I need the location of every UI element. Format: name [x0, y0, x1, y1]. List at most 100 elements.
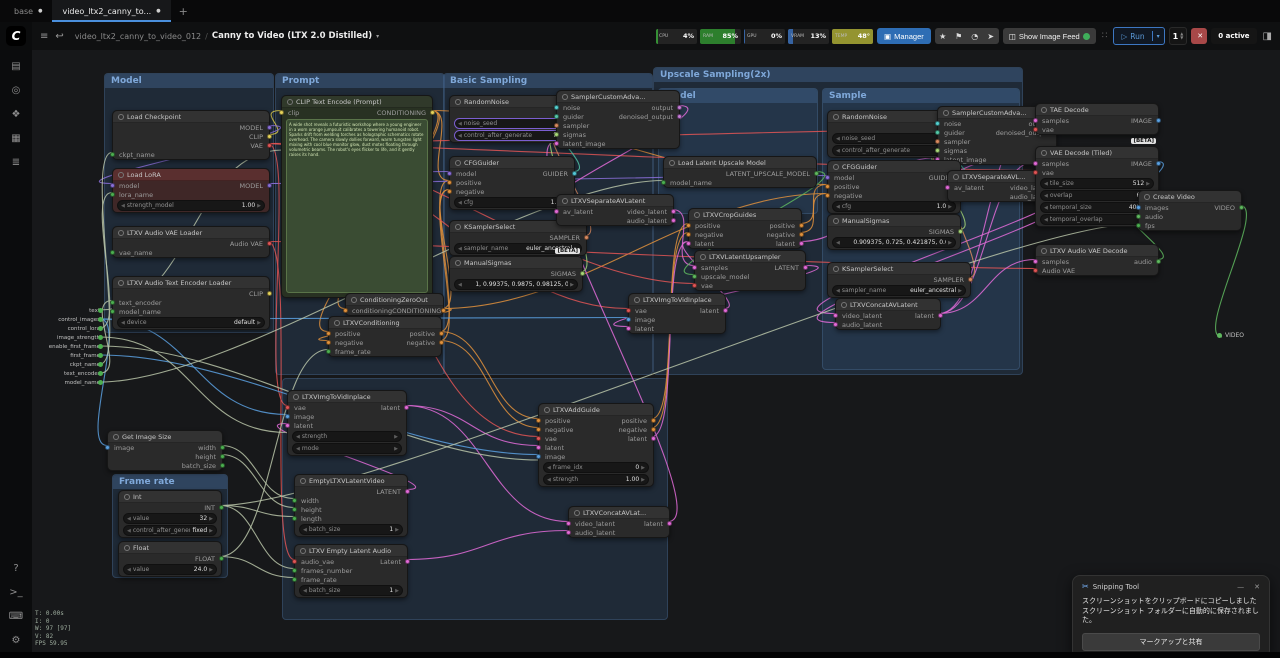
- tab-base[interactable]: base ●: [4, 0, 52, 22]
- input-port[interactable]: [279, 110, 284, 115]
- port[interactable]: [98, 362, 103, 367]
- collapse-dot-icon[interactable]: [124, 545, 130, 551]
- model-group-4[interactable]: Model: [658, 88, 818, 214]
- widget-value[interactable]: ◀0.909375, 0.725, 0.421875, 0.0▶: [832, 237, 956, 248]
- input-port[interactable]: [536, 454, 541, 459]
- input-port[interactable]: [554, 123, 559, 128]
- workflow-input-control-images[interactable]: control_images: [38, 315, 100, 324]
- input-port[interactable]: [626, 317, 631, 322]
- decrement-icon[interactable]: ◀: [547, 465, 551, 471]
- input-port[interactable]: [292, 498, 297, 503]
- decrement-icon[interactable]: ◀: [127, 567, 131, 573]
- collapse-dot-icon[interactable]: [953, 174, 959, 180]
- decrement-icon[interactable]: ◀: [296, 446, 300, 452]
- node-title[interactable]: Get Image Size: [108, 431, 222, 443]
- conditioning-zero-out-node[interactable]: ConditioningZeroOutconditioningCONDITION…: [345, 293, 444, 316]
- input-port[interactable]: [536, 418, 541, 423]
- input-port[interactable]: [285, 414, 290, 419]
- output-port[interactable]: [799, 223, 804, 228]
- input-port[interactable]: [536, 427, 541, 432]
- output-port[interactable]: [938, 313, 943, 318]
- increment-icon[interactable]: ▶: [394, 446, 398, 452]
- collapse-dot-icon[interactable]: [118, 114, 124, 120]
- run-button[interactable]: ▷ Run: [1114, 32, 1151, 41]
- input-port[interactable]: [110, 300, 115, 305]
- port[interactable]: [1217, 333, 1222, 338]
- increment-icon[interactable]: ▶: [395, 527, 399, 533]
- clip-text-encode-prompt-node[interactable]: CLIP Text Encode (Prompt)clipCONDITIONIN…: [281, 95, 433, 298]
- input-port[interactable]: [935, 121, 940, 126]
- output-port[interactable]: [572, 171, 577, 176]
- input-port[interactable]: [1136, 223, 1141, 228]
- port[interactable]: [98, 335, 103, 340]
- ltxv-add-guide-node[interactable]: LTXVAddGuidepositivepositivenegativenega…: [538, 403, 654, 487]
- input-port[interactable]: [292, 568, 297, 573]
- chevron-down-icon[interactable]: ▾: [376, 33, 379, 40]
- models-icon[interactable]: ▦: [6, 129, 26, 147]
- feed-toggle-on[interactable]: [1083, 33, 1090, 40]
- node-title[interactable]: VAE Decode (Tiled): [1036, 147, 1158, 159]
- bell-icon[interactable]: ◔: [967, 32, 983, 41]
- run-options-caret-icon[interactable]: ▾: [1153, 33, 1164, 40]
- port[interactable]: [98, 326, 103, 331]
- workflow-input-ckpt-name[interactable]: ckpt_name: [38, 360, 100, 369]
- load-lora-node[interactable]: Load LoRAmodelMODELlora_name◀strength_mo…: [112, 168, 270, 213]
- input-port[interactable]: [105, 445, 110, 450]
- output-port[interactable]: [1156, 161, 1161, 166]
- widget-value[interactable]: ◀value24.0▶: [123, 564, 217, 575]
- collapse-dot-icon[interactable]: [943, 110, 949, 116]
- undo-icon[interactable]: ↩: [55, 31, 63, 42]
- widget-mode[interactable]: ◀mode▶: [292, 443, 402, 454]
- output-port[interactable]: [723, 308, 728, 313]
- output-port[interactable]: [1156, 259, 1161, 264]
- node-title[interactable]: EmptyLTXVLatentVideo: [295, 475, 407, 487]
- get-image-size-node[interactable]: Get Image Sizeimagewidthheightbatch_size: [107, 430, 223, 471]
- workflow-input-model-name[interactable]: model_name: [38, 378, 100, 387]
- port[interactable]: [98, 308, 103, 313]
- node-title[interactable]: LTXVImgToVidInplace: [629, 294, 725, 306]
- node-title[interactable]: KSamplerSelect: [828, 263, 970, 275]
- increment-icon[interactable]: ▶: [948, 240, 952, 246]
- increment-icon[interactable]: ▶: [209, 528, 213, 534]
- widget-strength[interactable]: ◀strength1.00▶: [543, 474, 649, 485]
- decrement-icon[interactable]: ◀: [1044, 205, 1048, 211]
- star-icon[interactable]: ★: [935, 32, 951, 41]
- decrement-icon[interactable]: ◀: [303, 527, 307, 533]
- collapse-dot-icon[interactable]: [1041, 150, 1047, 156]
- node-title[interactable]: LTXVSeparateAVLatent: [557, 195, 673, 207]
- input-port[interactable]: [110, 250, 115, 255]
- increment-icon[interactable]: ▶: [570, 282, 574, 288]
- decrement-icon[interactable]: ◀: [836, 204, 840, 210]
- input-port[interactable]: [825, 193, 830, 198]
- node-title[interactable]: ManualSigmas: [828, 215, 960, 227]
- node-title[interactable]: Int: [119, 491, 221, 503]
- decrement-icon[interactable]: ◀: [127, 516, 131, 522]
- manual-sigmas-node[interactable]: ManualSigmasSIGMAS◀1, 0.99375, 0.9875, 0…: [449, 256, 583, 292]
- decrement-icon[interactable]: ◀: [836, 240, 840, 246]
- output-port[interactable]: [814, 171, 819, 176]
- increment-icon[interactable]: ▶: [1146, 181, 1150, 187]
- output-port[interactable]: [439, 340, 444, 345]
- nodes-icon[interactable]: ❖: [6, 105, 26, 123]
- minimize-icon[interactable]: —: [1237, 583, 1244, 591]
- input-port[interactable]: [110, 152, 115, 157]
- output-port[interactable]: [219, 505, 224, 510]
- input-port[interactable]: [1033, 118, 1038, 123]
- widget-batch-size[interactable]: ◀batch_size1▶: [299, 524, 403, 535]
- increment-icon[interactable]: ▶: [395, 588, 399, 594]
- terminal-icon[interactable]: >_: [6, 583, 26, 601]
- widget-value[interactable]: ◀1, 0.99375, 0.9875, 0.98125, 0.975,...▶: [454, 279, 578, 290]
- collapse-dot-icon[interactable]: [700, 254, 706, 260]
- create-video-node[interactable]: Create VideoimagesVIDEOaudiofps: [1138, 190, 1242, 231]
- markup-share-button[interactable]: マークアップと共有: [1082, 633, 1260, 651]
- prompt-textarea[interactable]: A wide shot reveals a futuristic worksho…: [286, 119, 428, 293]
- workflows-icon[interactable]: ▤: [6, 57, 26, 75]
- increment-icon[interactable]: ▶: [257, 203, 261, 209]
- input-port[interactable]: [692, 274, 697, 279]
- collapse-dot-icon[interactable]: [118, 172, 124, 178]
- workflow-input-text-encoder[interactable]: text_encoder: [38, 369, 100, 378]
- node-title[interactable]: LTXV Audio VAE Loader: [113, 227, 269, 239]
- decrement-icon[interactable]: ◀: [1044, 181, 1048, 187]
- collapse-dot-icon[interactable]: [124, 494, 130, 500]
- node-title[interactable]: ConditioningZeroOut: [346, 294, 443, 306]
